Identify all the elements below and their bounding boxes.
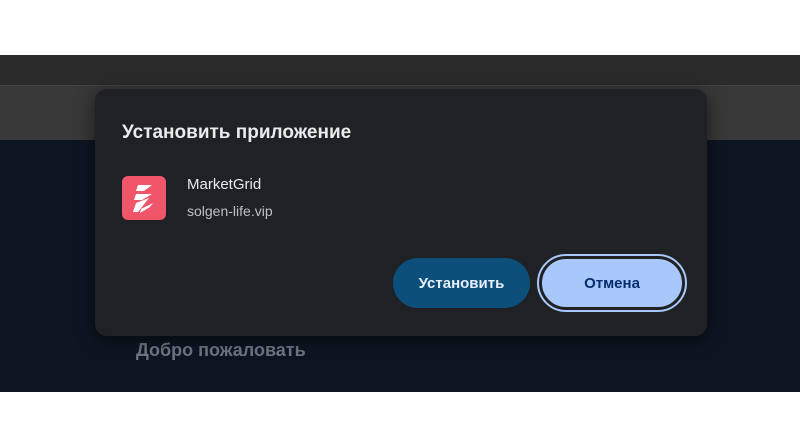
install-button[interactable]: Установить [393,258,530,308]
browser-titlebar [0,55,800,85]
cancel-button[interactable]: Отмена [537,254,687,312]
app-domain: solgen-life.vip [187,203,273,219]
page-bottom-margin [0,392,800,440]
welcome-text: Добро пожаловать [136,340,306,360]
install-app-dialog: Установить приложение MarketGrid solgen-… [95,89,707,336]
dialog-title: Установить приложение [122,122,352,143]
app-name: MarketGrid [187,176,262,193]
app-logo-icon [122,176,166,220]
page-top-margin [0,0,800,55]
